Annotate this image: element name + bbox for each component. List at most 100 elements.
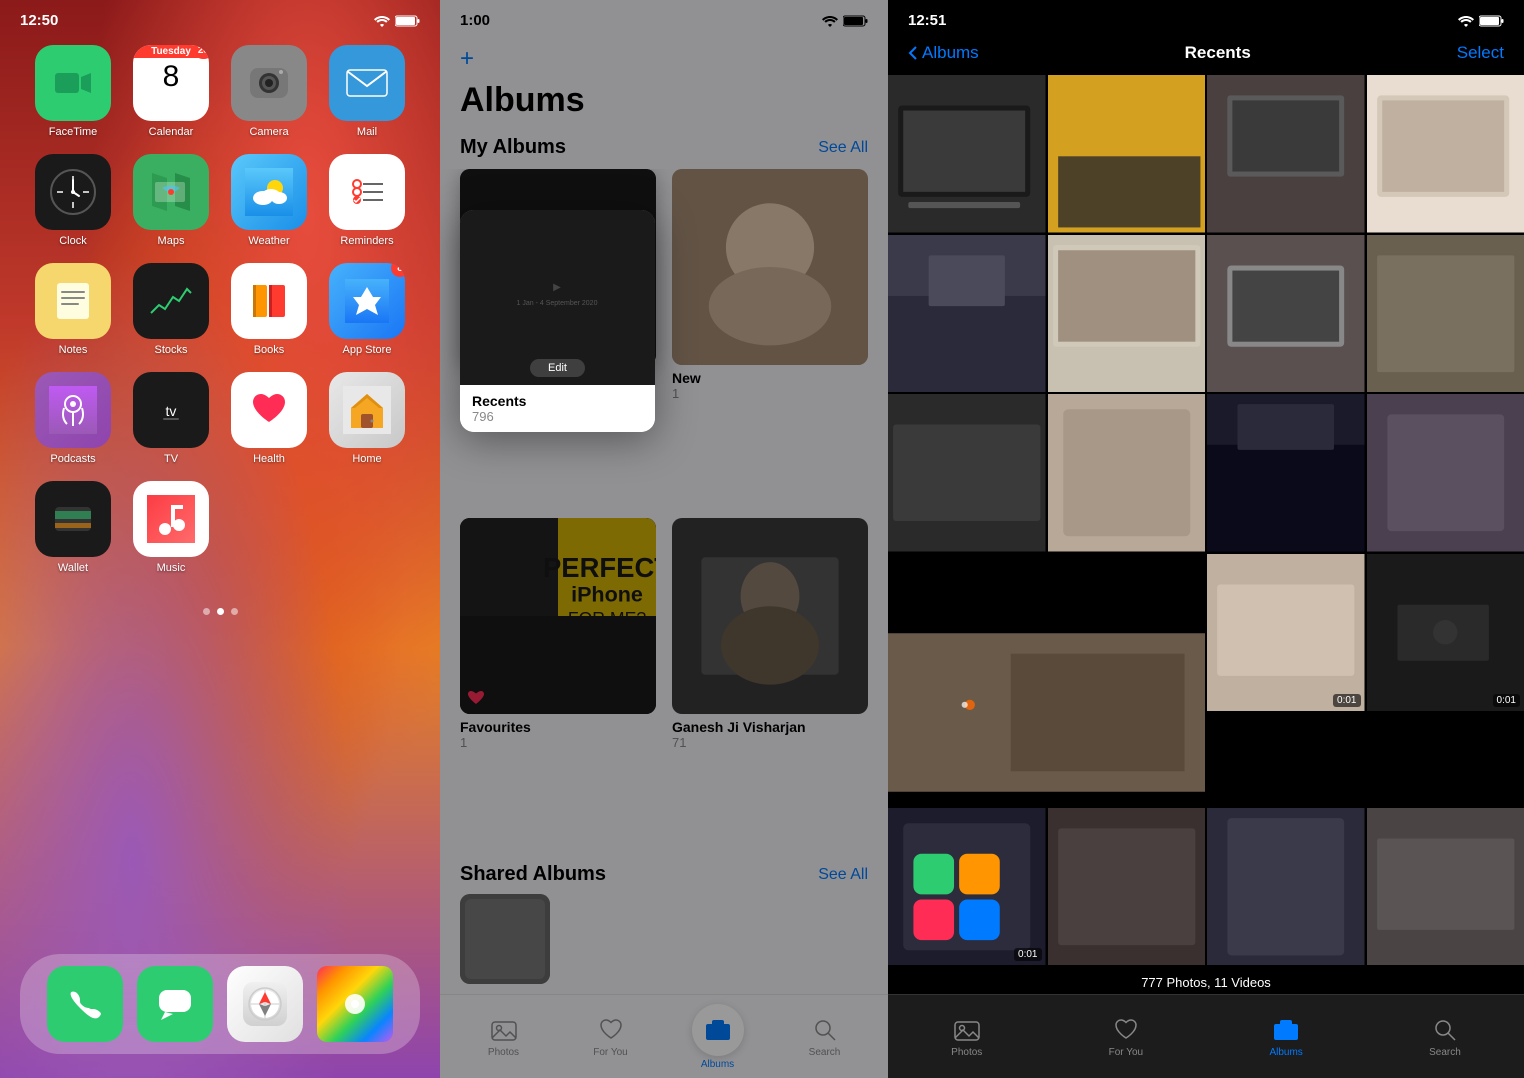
app-appstore-label: App Store <box>343 344 392 356</box>
recents-footer: 777 Photos, 11 Videos <box>888 965 1524 994</box>
photo-cell[interactable] <box>1207 235 1365 393</box>
recents-nav: Albums Recents Select <box>888 35 1524 75</box>
time-1: 12:50 <box>20 12 58 29</box>
photo-cell[interactable] <box>1207 808 1365 966</box>
photo-cell[interactable] <box>1207 394 1365 552</box>
app-mail-label: Mail <box>357 126 377 138</box>
screen-recents: 12:51 Albums Recents Select <box>888 0 1524 1078</box>
app-mail[interactable]: Mail <box>323 45 411 138</box>
app-maps-label: Maps <box>158 235 185 247</box>
app-health[interactable]: Health <box>225 372 313 465</box>
dock-safari[interactable] <box>227 966 303 1042</box>
tab-albums-3[interactable]: Albums <box>1269 1016 1302 1058</box>
app-notes-label: Notes <box>59 344 88 356</box>
app-health-label: Health <box>253 453 285 465</box>
app-camera[interactable]: Camera <box>225 45 313 138</box>
battery-icon-1 <box>395 15 420 27</box>
app-music[interactable]: Music <box>127 481 215 574</box>
photo-cell[interactable] <box>1048 75 1206 233</box>
back-label: Albums <box>922 43 979 63</box>
photo-cell[interactable] <box>1048 235 1206 393</box>
wifi-icon-1 <box>374 15 390 27</box>
tab-search-3[interactable]: Search <box>1429 1016 1461 1058</box>
dock-messages[interactable] <box>137 966 213 1042</box>
photo-cell[interactable] <box>1207 75 1365 233</box>
photo-count: 777 Photos, 11 Videos <box>1141 975 1271 990</box>
page-dots <box>0 608 440 615</box>
app-calendar-label: Calendar <box>149 126 194 138</box>
photo-cell[interactable] <box>1048 808 1206 966</box>
app-reminders[interactable]: Reminders <box>323 154 411 247</box>
app-wallet-label: Wallet <box>58 562 88 574</box>
recents-popup: ▶ 1 Jan - 4 September 2020 The movie was… <box>460 210 655 432</box>
popup-album-name: Recents <box>472 393 643 409</box>
photo-cell[interactable] <box>1367 75 1524 233</box>
app-facetime-label: FaceTime <box>49 126 98 138</box>
app-books[interactable]: Books <box>225 263 313 356</box>
app-notes[interactable]: Notes <box>29 263 117 356</box>
tab-photos-3[interactable]: Photos <box>951 1016 982 1058</box>
battery-icon-3 <box>1479 15 1504 27</box>
photo-cell[interactable] <box>888 235 1046 393</box>
app-facetime[interactable]: FaceTime <box>29 45 117 138</box>
screen-home: 12:50 FaceTime 28 Tuesday 8 <box>0 0 440 1078</box>
video-duration-001a: 0:01 <box>1333 694 1360 707</box>
tab-foryou-3[interactable]: For You <box>1109 1016 1143 1058</box>
popup-info: Recents 796 <box>460 385 655 432</box>
dock-phone[interactable] <box>47 966 123 1042</box>
albums-tab-icon-3 <box>1272 1016 1300 1044</box>
tab-foryou-label-3: For You <box>1109 1047 1143 1058</box>
svg-text:1 Jan - 4 September 2020: 1 Jan - 4 September 2020 <box>517 300 598 307</box>
recents-title: Recents <box>1185 43 1251 63</box>
app-stocks-label: Stocks <box>154 344 187 356</box>
photos-tab-icon-3 <box>953 1016 981 1044</box>
app-appstore[interactable]: 8 App Store <box>323 263 411 356</box>
app-weather-label: Weather <box>248 235 289 247</box>
popup-edit-button[interactable]: Edit <box>530 359 585 377</box>
app-clock-label: Clock <box>59 235 87 247</box>
dock <box>20 954 420 1054</box>
app-podcasts[interactable]: Podcasts <box>29 372 117 465</box>
photo-cell[interactable] <box>888 394 1046 552</box>
photo-cell[interactable]: 0:01 <box>888 808 1046 966</box>
app-books-label: Books <box>254 344 285 356</box>
popup-album-count: 796 <box>472 409 643 424</box>
tab-bar-3: Photos For You Albums Search <box>888 994 1524 1078</box>
app-calendar[interactable]: 28 Tuesday 8 Calendar <box>127 45 215 138</box>
photo-cell[interactable]: 0:01 <box>1207 554 1365 712</box>
app-podcasts-label: Podcasts <box>50 453 95 465</box>
app-grid: FaceTime 28 Tuesday 8 Calendar Camera Ma… <box>0 35 440 584</box>
back-to-albums[interactable]: Albums <box>908 43 979 63</box>
svg-text:▶: ▶ <box>553 282 561 293</box>
photo-grid: 3:04 0:01 0:01 0:01 <box>888 75 1524 965</box>
app-camera-label: Camera <box>249 126 288 138</box>
foryou-tab-icon-3 <box>1112 1016 1140 1044</box>
app-appletv-label: TV <box>164 453 178 465</box>
app-wallet[interactable]: Wallet <box>29 481 117 574</box>
status-bar-1: 12:50 <box>0 0 440 35</box>
popup-thumb: ▶ 1 Jan - 4 September 2020 The movie was… <box>460 210 655 385</box>
select-button[interactable]: Select <box>1457 43 1504 63</box>
appstore-badge: 8 <box>391 263 405 277</box>
app-home-label: Home <box>352 453 381 465</box>
app-reminders-label: Reminders <box>340 235 393 247</box>
app-stocks[interactable]: Stocks <box>127 263 215 356</box>
photo-cell[interactable] <box>888 75 1046 233</box>
photo-cell[interactable] <box>1367 235 1524 393</box>
tab-search-label-3: Search <box>1429 1047 1461 1058</box>
app-appletv[interactable]: tv TV <box>127 372 215 465</box>
photo-cell[interactable] <box>1367 808 1524 966</box>
photo-cell[interactable] <box>1048 394 1206 552</box>
back-chevron-icon <box>908 45 918 61</box>
status-icons-1 <box>374 15 420 27</box>
app-clock[interactable]: Clock <box>29 154 117 247</box>
tab-photos-label-3: Photos <box>951 1047 982 1058</box>
app-home[interactable]: Home <box>323 372 411 465</box>
photo-cell[interactable] <box>1367 394 1524 552</box>
photo-cell[interactable]: 0:01 <box>1367 554 1524 712</box>
status-bar-3: 12:51 <box>888 0 1524 35</box>
app-maps[interactable]: Maps <box>127 154 215 247</box>
app-weather[interactable]: Weather <box>225 154 313 247</box>
app-music-label: Music <box>157 562 186 574</box>
dock-photos[interactable] <box>317 966 393 1042</box>
